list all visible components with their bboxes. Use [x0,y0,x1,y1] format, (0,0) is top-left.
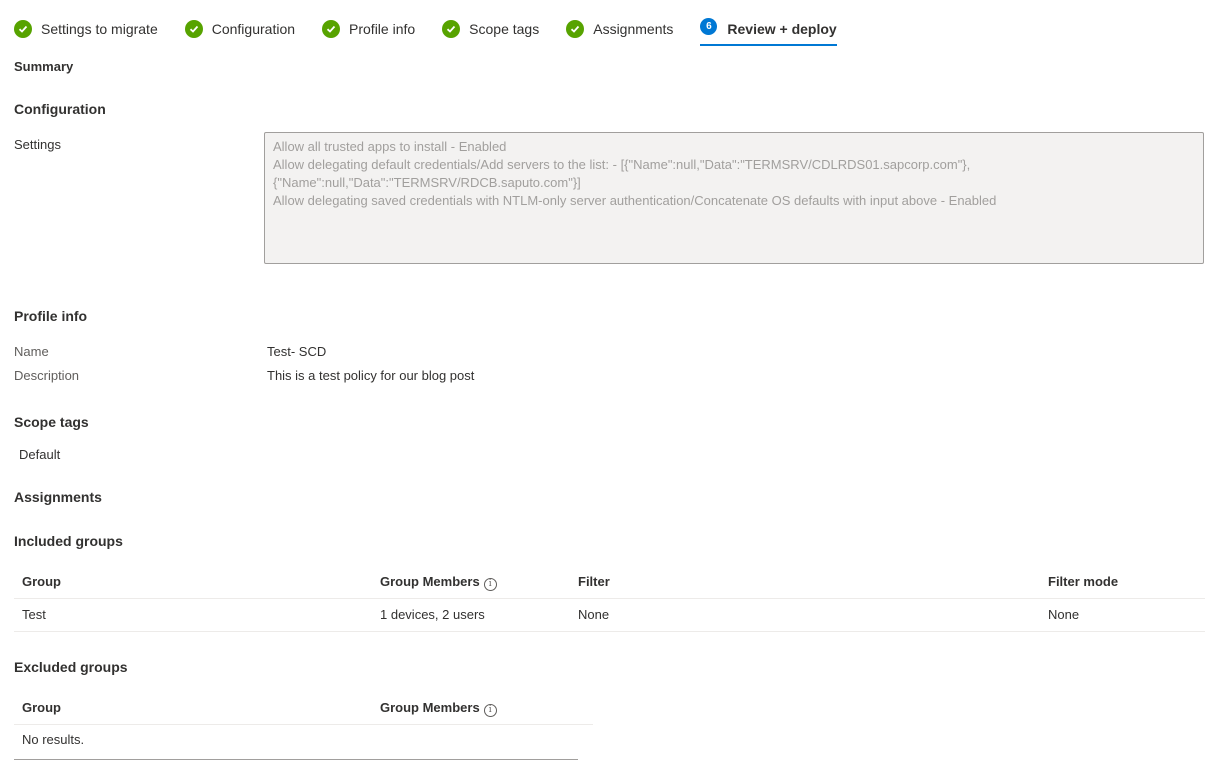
profile-info-heading: Profile info [14,308,88,324]
name-value: Test- SCD [267,344,327,359]
settings-label: Settings [14,137,61,152]
excluded-groups-table: Group Group Members i No results. [14,692,593,755]
settings-line: Allow all trusted apps to install - Enab… [273,139,507,154]
step-label: Assignments [593,21,674,37]
step-scope-tags[interactable]: Scope tags [442,16,539,42]
step-configuration[interactable]: Configuration [184,16,296,42]
excluded-groups-heading: Excluded groups [14,659,128,675]
column-header-group-members: Group Members i [380,566,497,598]
checkmark-circle-icon [322,20,341,38]
no-results-text: No results. [22,732,85,747]
group-members-cell: 1 devices, 2 users [380,607,485,622]
table-header-row: Group Group Members i [14,692,593,725]
settings-line: Allow delegating saved credentials with … [273,193,997,208]
column-header-filter-mode: Filter mode [1048,574,1119,589]
checkmark-circle-icon [184,20,203,38]
column-header-group: Group [22,700,61,715]
table-row: Test 1 devices, 2 users None None [14,599,1205,632]
settings-line: Allow delegating default credentials/Add… [273,157,971,172]
configuration-heading: Configuration [14,101,106,117]
description-value: This is a test policy for our blog post [267,368,475,383]
review-deploy-page: Settings to migrate Configuration Profil… [0,0,1217,776]
included-groups-heading: Included groups [14,533,123,549]
step-number-badge: 6 [700,18,718,35]
step-label: Settings to migrate [41,21,158,37]
step-profile-info[interactable]: Profile info [322,16,415,42]
table-empty-row: No results. [14,725,593,755]
column-header-filter: Filter [578,574,610,589]
step-label: Configuration [211,21,296,37]
info-icon[interactable]: i [483,578,497,591]
column-header-label: Group Members [380,700,480,715]
included-groups-table: Group Group Members i Filter Filter mode … [14,566,1205,632]
column-header-group: Group [22,574,61,589]
scope-tag-value: Default [19,447,61,462]
scope-tags-heading: Scope tags [14,414,89,430]
column-header-group-members: Group Members i [380,692,497,724]
info-icon[interactable]: i [483,704,497,717]
description-label: Description [14,368,80,383]
step-review-deploy[interactable]: 6 Review + deploy [700,16,838,46]
column-header-label: Group Members [380,574,480,589]
step-settings-to-migrate[interactable]: Settings to migrate [14,16,158,42]
step-label: Profile info [349,21,416,37]
checkmark-circle-icon [442,20,461,38]
settings-line: {"Name":null,"Data":"TERMSRV/RDCB.saputo… [273,175,581,190]
wizard-steps: Settings to migrate Configuration Profil… [14,16,864,46]
group-cell: Test [22,607,46,622]
step-label: Review + deploy [727,21,837,37]
table-header-row: Group Group Members i Filter Filter mode [14,566,1205,599]
settings-textarea[interactable]: Allow all trusted apps to install - Enab… [264,132,1204,264]
step-label: Scope tags [469,21,540,37]
filter-cell: None [578,607,610,622]
filter-mode-cell: None [1048,607,1080,622]
assignments-heading: Assignments [14,489,102,505]
checkmark-circle-icon [14,20,32,38]
checkmark-circle-icon [566,20,585,38]
summary-heading: Summary [14,59,74,74]
divider [14,759,578,760]
step-assignments[interactable]: Assignments [566,16,673,42]
name-label: Name [14,344,49,359]
